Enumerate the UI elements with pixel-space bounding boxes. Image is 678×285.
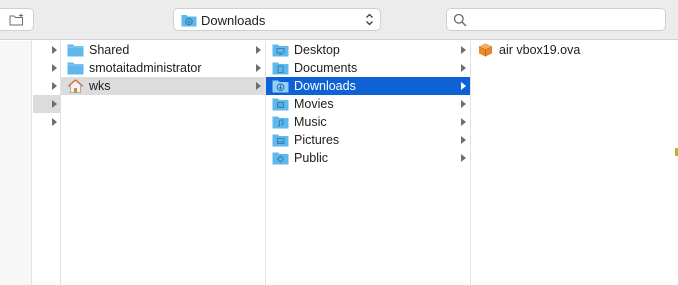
list-item-movies[interactable]: Movies — [266, 95, 470, 113]
disclosure-arrow-icon — [461, 100, 466, 108]
column-downloads: air vbox19.ova — [471, 41, 678, 285]
disclosure-arrow-icon — [461, 154, 466, 162]
list-item-label: Public — [294, 151, 329, 165]
path-popup-button[interactable]: Downloads — [173, 8, 381, 31]
disclosure-arrow-icon — [461, 64, 466, 72]
list-item-label: Downloads — [294, 79, 356, 93]
folder-icon — [67, 44, 84, 57]
stub-row[interactable] — [33, 77, 61, 95]
list-item-label: air vbox19.ova — [499, 43, 581, 57]
list-item-label: Pictures — [294, 133, 340, 147]
music-folder-icon — [272, 116, 289, 129]
search-icon — [453, 13, 467, 27]
disclosure-arrow-icon — [52, 64, 57, 72]
list-item-documents[interactable]: Documents — [266, 59, 470, 77]
list-item-pictures[interactable]: Pictures — [266, 131, 470, 149]
list-item-downloads[interactable]: Downloads — [266, 77, 470, 95]
column-users: Shared smotaitadministrator wks — [61, 41, 266, 285]
up-down-chevron-icon — [366, 13, 373, 26]
stub-row[interactable] — [33, 113, 61, 131]
disclosure-arrow-icon — [52, 118, 57, 126]
list-item-label: Documents — [294, 61, 358, 75]
folder-icon — [67, 62, 84, 75]
disclosure-arrow-icon — [461, 82, 466, 90]
toolbar: Downloads — [0, 0, 678, 40]
disclosure-arrow-icon — [461, 118, 466, 126]
list-item-label: Music — [294, 115, 327, 129]
stub-row[interactable] — [33, 59, 61, 77]
downloads-folder-icon — [272, 80, 289, 93]
list-item-desktop[interactable]: Desktop — [266, 41, 470, 59]
new-folder-button[interactable] — [0, 8, 34, 31]
downloads-folder-icon — [181, 15, 197, 27]
column-home: Desktop Documents Downloads Movies Music… — [266, 41, 471, 285]
search-input[interactable] — [471, 11, 659, 28]
stub-row[interactable] — [33, 41, 61, 59]
pictures-folder-icon — [272, 134, 289, 147]
new-folder-icon — [9, 13, 23, 26]
list-item-label: Shared — [89, 43, 130, 57]
list-item-wks[interactable]: wks — [61, 77, 265, 95]
search-field[interactable] — [446, 8, 666, 31]
list-item-smotaitadministrator[interactable]: smotaitadministrator — [61, 59, 265, 77]
virtualbox-appliance-icon — [478, 43, 493, 57]
list-item-label: Desktop — [294, 43, 340, 57]
movies-folder-icon — [272, 98, 289, 111]
desktop-folder-icon — [272, 44, 289, 57]
disclosure-arrow-icon — [52, 100, 57, 108]
disclosure-arrow-icon — [256, 82, 261, 90]
disclosure-arrow-icon — [256, 64, 261, 72]
disclosure-arrow-icon — [256, 46, 261, 54]
disclosure-arrow-icon — [52, 46, 57, 54]
disclosure-arrow-icon — [461, 46, 466, 54]
list-item-label: Movies — [294, 97, 334, 111]
path-popup-label: Downloads — [201, 13, 266, 28]
public-folder-icon — [272, 152, 289, 165]
list-item-air-vbox19-ova[interactable]: air vbox19.ova — [471, 41, 678, 59]
list-item-label: wks — [89, 79, 111, 93]
list-item-public[interactable]: Public — [266, 149, 470, 167]
disclosure-arrow-icon — [461, 136, 466, 144]
stub-row[interactable] — [33, 95, 61, 113]
documents-folder-icon — [272, 62, 289, 75]
list-item-music[interactable]: Music — [266, 113, 470, 131]
home-icon — [67, 79, 84, 93]
column-root-collapsed[interactable] — [0, 41, 32, 285]
list-item-label: smotaitadministrator — [89, 61, 202, 75]
list-item-shared[interactable]: Shared — [61, 41, 265, 59]
disclosure-arrow-icon — [52, 82, 57, 90]
